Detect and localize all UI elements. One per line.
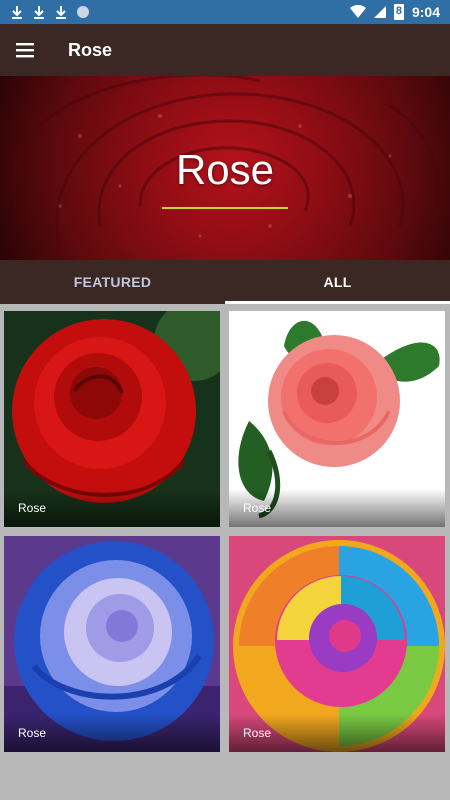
hamburger-menu-icon — [16, 43, 34, 58]
status-bar: 8 9:04 — [0, 0, 450, 24]
tab-all[interactable]: ALL — [225, 260, 450, 304]
tab-bar: FEATURED ALL — [0, 260, 450, 304]
status-time: 9:04 — [411, 4, 440, 20]
hero-title: Rose — [175, 146, 275, 193]
grid-item[interactable]: Rose — [4, 536, 220, 752]
download-icon — [12, 6, 22, 19]
app-bar: Rose — [0, 24, 450, 76]
grid-item-label: Rose — [243, 501, 272, 515]
wifi-icon — [349, 5, 366, 18]
download-icon — [34, 6, 44, 19]
hero-underline — [162, 207, 288, 209]
grid-item[interactable]: Rose — [4, 311, 220, 527]
grid-item[interactable]: Rose — [229, 311, 445, 527]
download-icon — [56, 6, 66, 19]
tab-featured[interactable]: FEATURED — [0, 260, 225, 304]
sync-icon — [77, 6, 89, 18]
grid-item-label: Rose — [18, 501, 47, 515]
signal-icon — [373, 6, 386, 18]
grid-item[interactable]: Rose — [229, 536, 445, 752]
grid-item-label: Rose — [243, 726, 272, 740]
battery-level: 8 — [395, 5, 403, 17]
hero-banner: Rose — [0, 76, 450, 260]
battery-icon: 8 — [393, 4, 404, 20]
grid-item-label: Rose — [18, 726, 47, 740]
menu-button[interactable] — [0, 24, 52, 76]
image-grid: Rose Rose Rose Rose — [0, 304, 450, 800]
app-title: Rose — [68, 39, 113, 60]
